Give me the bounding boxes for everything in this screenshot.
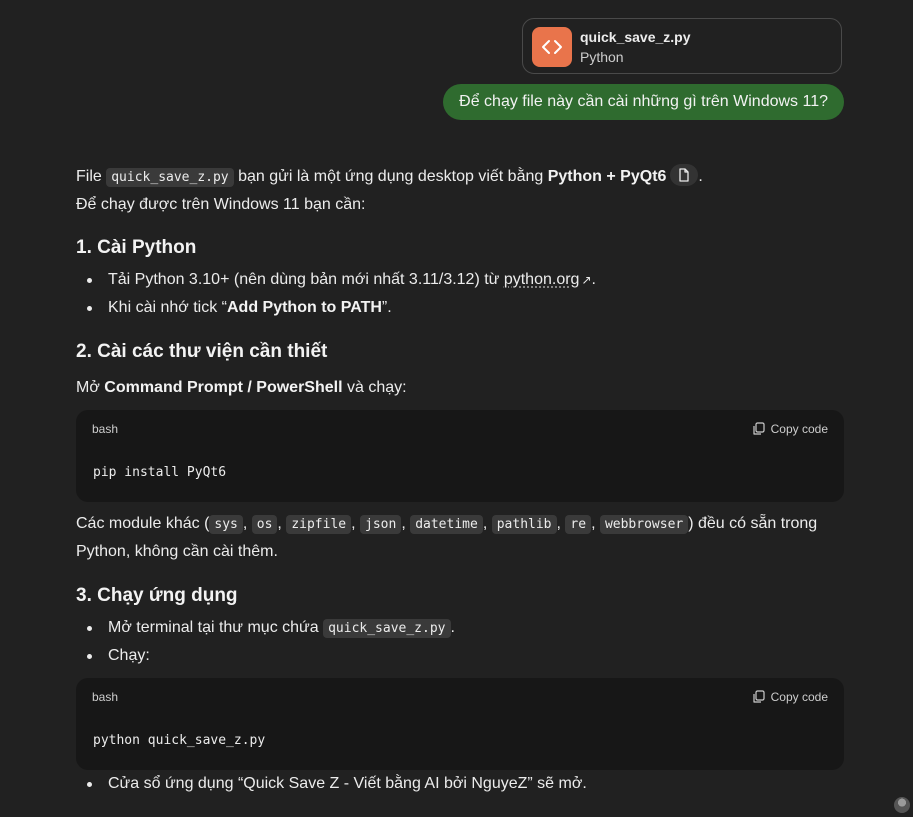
copy-code-button[interactable]: Copy code xyxy=(752,420,828,438)
list-item-bold: Add Python to PATH xyxy=(226,299,382,316)
code-block: bash Copy code pip install PyQt6 xyxy=(76,410,844,502)
list-item: Chạy: xyxy=(87,642,844,670)
user-message-bubble: Để chạy file này cần cài những gì trên W… xyxy=(443,84,844,120)
section3-list: Mở terminal tại thư mục chứa quick_save_… xyxy=(76,614,844,670)
modules-paragraph: Các module khác (sys, os, zipfile, json,… xyxy=(76,515,818,534)
list-item-text: Mở terminal tại thư mục chứa xyxy=(108,619,324,636)
list-item: Cửa sổ ứng dụng “Quick Save Z - Viết bằn… xyxy=(87,770,844,798)
inline-code-module: pathlib xyxy=(491,515,557,534)
code-content: python quick_save_z.py xyxy=(93,733,266,748)
inline-code-module: sys xyxy=(209,515,243,534)
section1-list: Tải Python 3.10+ (nên dùng bản mới nhất … xyxy=(76,266,844,322)
copy-code-label: Copy code xyxy=(770,422,828,436)
assistant-response: File quick_save_z.py bạn gửi là một ứng … xyxy=(76,163,844,798)
avatar[interactable] xyxy=(894,797,910,813)
code-block: bash Copy code python quick_save_z.py xyxy=(76,678,844,770)
intro-text: bạn gửi là một ứng dụng desktop viết bằn… xyxy=(233,168,548,185)
intro-text: . xyxy=(698,168,703,185)
attachment-card[interactable]: quick_save_z.py Python xyxy=(522,18,842,74)
attachment-type: Python xyxy=(580,49,624,65)
list-item-text: Khi cài nhớ tick “ xyxy=(108,299,227,316)
code-language-label: bash xyxy=(92,422,119,436)
paragraph-text: Các module khác ( xyxy=(76,515,210,532)
copy-icon[interactable] xyxy=(670,163,699,186)
section-heading-run-app: 3. Chạy ứng dụng xyxy=(76,585,238,606)
list-item: Khi cài nhớ tick “Add Python to PATH”. xyxy=(87,294,844,322)
list-item: Mở terminal tại thư mục chứa quick_save_… xyxy=(87,614,844,642)
list-item-text: Tải Python 3.10+ (nên dùng bản mới nhất … xyxy=(108,271,504,288)
inline-code-module: datetime xyxy=(410,515,483,534)
intro-paragraph-2: Để chạy được trên Windows 11 bạn cần: xyxy=(76,196,366,213)
paragraph-text: và chạy: xyxy=(342,379,407,396)
section-heading-install-libs: 2. Cài các thư viện cần thiết xyxy=(76,341,328,362)
section-heading-install-python: 1. Cài Python xyxy=(76,237,197,258)
copy-code-label: Copy code xyxy=(770,690,828,704)
section3-list-cont: Cửa sổ ứng dụng “Quick Save Z - Viết bằn… xyxy=(76,770,844,798)
inline-code-module: json xyxy=(360,515,402,534)
list-item-text: . xyxy=(450,619,455,636)
list-item-text: . xyxy=(591,271,596,288)
copy-icon xyxy=(753,690,765,703)
modules-paragraph-2: Python, không cần cài thêm. xyxy=(76,543,278,560)
inline-code-module: webbrowser xyxy=(599,515,689,534)
copy-code-button[interactable]: Copy code xyxy=(752,688,828,706)
code-icon xyxy=(532,27,572,67)
intro-text: File xyxy=(76,168,107,185)
intro-bold: Python + PyQt6 xyxy=(547,168,667,185)
list-item: Tải Python 3.10+ (nên dùng bản mới nhất … xyxy=(87,266,844,294)
paragraph-bold: Command Prompt / PowerShell xyxy=(104,379,343,396)
inline-code-module: zipfile xyxy=(286,515,352,534)
inline-code-module: re xyxy=(565,515,592,534)
inline-code-filename: quick_save_z.py xyxy=(106,168,234,187)
paragraph-text: Mở xyxy=(76,379,105,396)
attachment-name: quick_save_z.py xyxy=(580,29,691,45)
intro-paragraph: File quick_save_z.py bạn gửi là một ứng … xyxy=(76,163,844,191)
inline-code-filename: quick_save_z.py xyxy=(323,619,451,638)
python-org-link[interactable]: python.org xyxy=(504,271,580,288)
section2-intro: Mở Command Prompt / PowerShell và chạy: xyxy=(76,374,844,402)
code-content: pip install PyQt6 xyxy=(93,465,227,480)
copy-icon xyxy=(753,422,765,435)
list-item-text: ”. xyxy=(381,299,392,316)
code-language-label: bash xyxy=(92,690,119,704)
paragraph-text: ) đều có sẵn trong xyxy=(688,515,818,532)
inline-code-module: os xyxy=(251,515,278,534)
external-link-icon: ↗ xyxy=(581,273,592,287)
